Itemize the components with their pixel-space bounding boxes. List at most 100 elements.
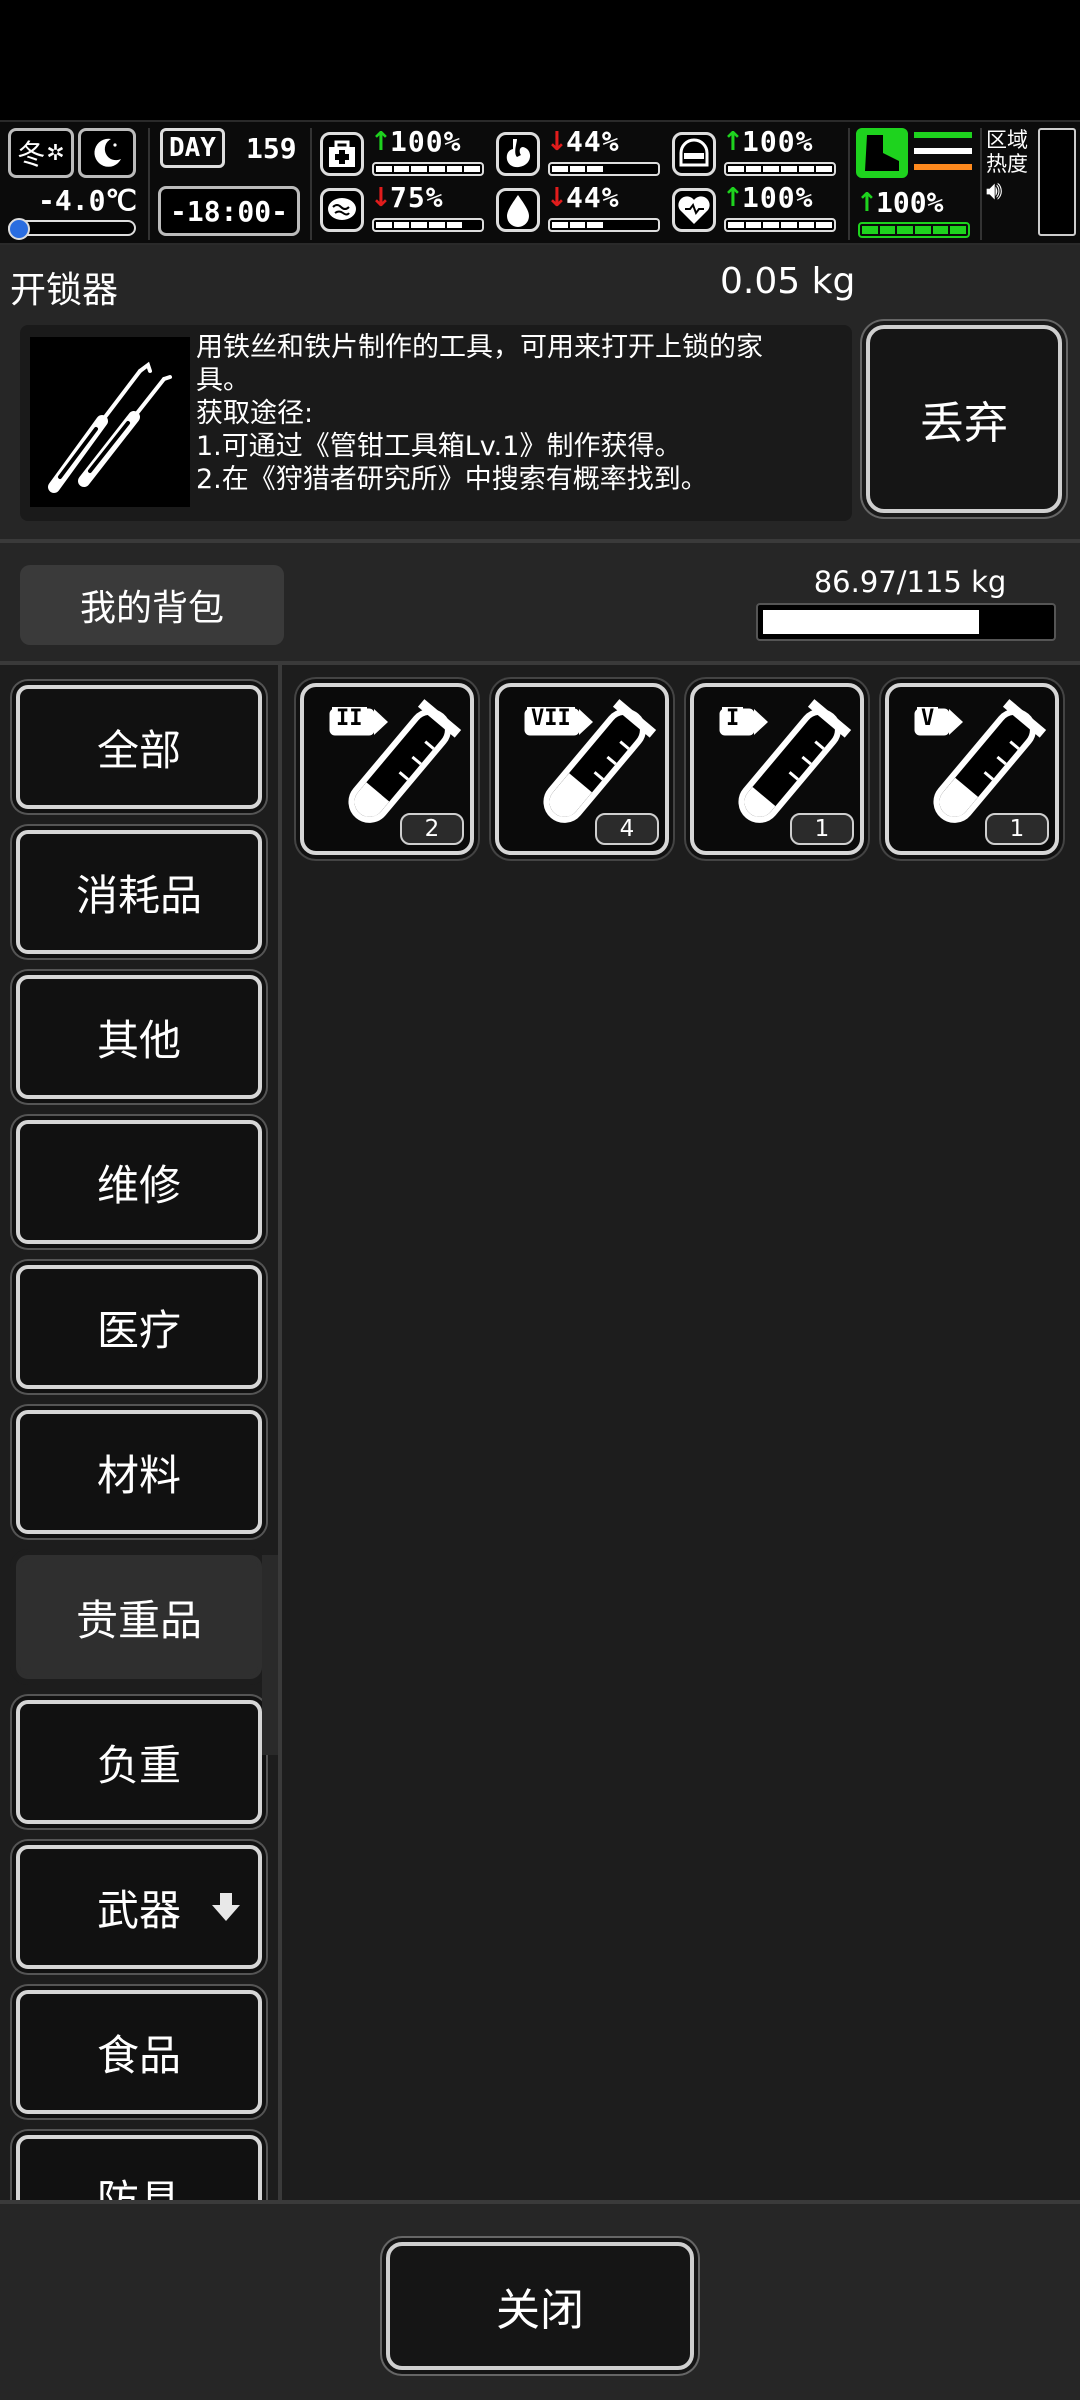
tier-label: V: [917, 707, 939, 731]
stat-value: 100%: [742, 125, 814, 158]
time-value: -18:00-: [169, 194, 288, 228]
stat-value: 100%: [390, 125, 462, 158]
stamina-bar: [858, 222, 970, 238]
item-count: 4: [595, 813, 659, 845]
item-description-panel: 用铁丝和铁片制作的工具，可用来打开上锁的家 具。 获取途径: 1.可通过《管钳工…: [20, 325, 852, 521]
category-list[interactable]: 全部消耗品其他维修医疗材料贵重品负重武器食品防具: [0, 665, 282, 2200]
inventory-body: 全部 消耗品 其他 维修 医疗 材料 贵重品 负重 武器 食品 防具 II 2 VII 4 I 1 V 1: [0, 665, 1080, 2200]
close-button[interactable]: 关闭: [386, 2242, 694, 2370]
stat-value: 75%: [390, 181, 444, 214]
stat-value: 44%: [566, 125, 620, 158]
category-8[interactable]: 武器: [16, 1845, 262, 1969]
item-weight: 0.05 kg: [720, 261, 856, 302]
item-detail-panel: 开锁器 0.05 kg 用铁丝和铁片制作的工具，可用来打开上锁的家 具。 获取途…: [0, 245, 1080, 543]
heart-icon: [672, 188, 716, 232]
item-name: 开锁器: [10, 270, 119, 311]
day-counter: DAY 159: [160, 128, 300, 178]
stat-hunger: ↓ 44%: [496, 126, 668, 182]
stat-health: ↑ 100%: [320, 126, 492, 182]
backpack-tab[interactable]: 我的背包: [20, 565, 284, 645]
backpack-weight-bar: [756, 603, 1056, 641]
night-indicator: [78, 128, 136, 178]
speaker-icon[interactable]: 🔊︎: [986, 176, 1036, 206]
category-label: 全部: [96, 725, 181, 775]
description-line: 具。: [196, 365, 250, 396]
tier-label: VII: [527, 707, 575, 731]
tier-label: I: [722, 707, 744, 731]
item-count: 2: [400, 813, 464, 845]
category-label: 武器: [96, 1885, 181, 1935]
stat-value: 44%: [566, 181, 620, 214]
trend-up-icon: ↑: [370, 127, 392, 157]
inventory-slot[interactable]: I1: [690, 683, 864, 855]
helmet-icon: [672, 132, 716, 176]
stamina-value: 100%: [876, 186, 944, 219]
category-label: 消耗品: [75, 870, 202, 920]
trend-down-icon: ↓: [546, 127, 568, 157]
zone-heat[interactable]: 区域 热度 🔊︎: [986, 128, 1036, 238]
description-line: 1.可通过《管钳工具箱Lv.1》制作获得。: [196, 431, 682, 462]
backpack-header: 我的背包 86.97/115 kg: [0, 543, 1080, 665]
lockpick-icon: [30, 337, 190, 507]
stat-bar: [548, 162, 660, 176]
description-line: 2.在《狩猎者研究所》中搜索有概率找到。: [196, 464, 708, 495]
category-6[interactable]: 贵重品: [16, 1555, 262, 1679]
backpack-weight: 86.97/115 kg: [813, 565, 1007, 599]
footer-bar: 关闭: [0, 2200, 1080, 2400]
clock: -18:00-: [158, 186, 300, 236]
scrollbar[interactable]: [262, 1555, 278, 1755]
category-7[interactable]: 负重: [16, 1700, 262, 1824]
day-label: DAY: [160, 128, 225, 168]
category-label: 医疗: [96, 1305, 181, 1355]
zone-heat-label-2: 热度: [986, 152, 1028, 176]
water-drop-icon: [496, 188, 540, 232]
category-3[interactable]: 维修: [16, 1120, 262, 1244]
season-label: 冬: [17, 138, 46, 171]
category-5[interactable]: 材料: [16, 1410, 262, 1534]
category-0[interactable]: 全部: [16, 685, 262, 809]
stat-bar: [724, 162, 836, 176]
category-2[interactable]: 其他: [16, 975, 262, 1099]
item-count: 1: [790, 813, 854, 845]
stat-bar: [724, 218, 836, 232]
category-1[interactable]: 消耗品: [16, 830, 262, 954]
snowflake-icon: ✲: [46, 140, 65, 166]
item-description: 用铁丝和铁片制作的工具，可用来打开上锁的家 具。 获取途径: 1.可通过《管钳工…: [196, 331, 846, 496]
trend-up-icon: ↑: [722, 127, 744, 157]
discard-button[interactable]: 丢弃: [866, 325, 1062, 513]
stamina-meter: ↑ 100%: [856, 126, 972, 242]
trend-down-icon: ↓: [546, 183, 568, 213]
moon-icon: [94, 138, 121, 167]
stat-bar: [548, 218, 660, 232]
item-count: 1: [985, 813, 1049, 845]
brain-icon: [320, 188, 364, 232]
description-line: 获取途径:: [196, 398, 314, 429]
season-indicator: 冬 ✲: [8, 128, 74, 178]
day-value: 159: [246, 132, 297, 165]
inventory-slot[interactable]: II 2: [300, 683, 474, 855]
temperature-value: -4.0℃: [38, 184, 137, 217]
thermometer-icon: [8, 218, 136, 240]
trend-up-icon: ↑: [722, 183, 744, 213]
category-9[interactable]: 食品: [16, 1990, 262, 2114]
category-label: 防具: [96, 2175, 181, 2201]
backpack-weight-fill: [763, 610, 980, 634]
stat-thirst: ↓ 44%: [496, 182, 668, 238]
category-4[interactable]: 医疗: [16, 1265, 262, 1389]
stat-armor: ↑ 100%: [672, 126, 844, 182]
stamina-trend-icon: ↑: [856, 188, 878, 218]
category-10[interactable]: 防具: [16, 2135, 262, 2200]
status-hud: 冬 ✲ -4.0℃ DAY 159 -18:00- ↑ 100% ↓ 44% ↑ 100%…: [0, 120, 1080, 245]
inventory-slot[interactable]: V1: [885, 683, 1059, 855]
stat-bar: [372, 162, 484, 176]
inventory-slot[interactable]: VII 4: [495, 683, 669, 855]
trend-down-icon: ↓: [370, 183, 392, 213]
stat-value: 100%: [742, 181, 814, 214]
description-line: 用铁丝和铁片制作的工具，可用来打开上锁的家: [196, 332, 763, 363]
stat-heart: ↑ 100%: [672, 182, 844, 238]
medkit-icon: [320, 132, 364, 176]
category-label: 材料: [96, 1450, 181, 1500]
stat-bar: [372, 218, 484, 232]
arrow-down-icon: [212, 1893, 240, 1921]
stomach-icon: [496, 132, 540, 176]
